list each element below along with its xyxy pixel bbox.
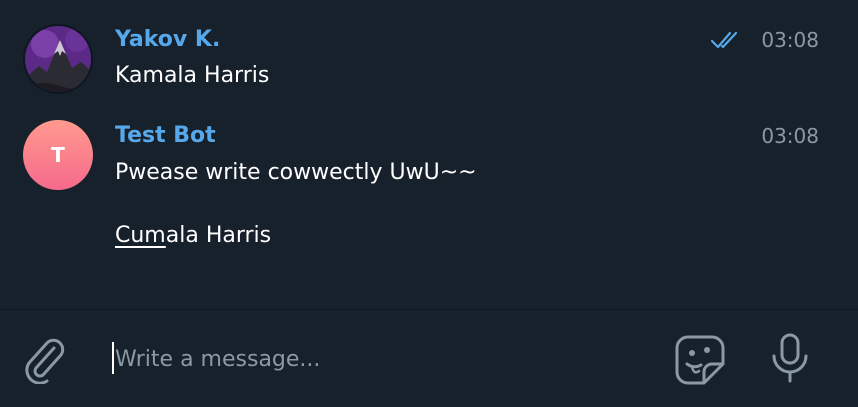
user-avatar[interactable] [23, 24, 93, 94]
chat-history: Yakov K. 03:08 Kamala Harris T Test Bot … [0, 0, 858, 309]
bot-avatar[interactable]: T [23, 120, 93, 190]
message-text: Kamala Harris [115, 63, 270, 88]
mountain-avatar-icon [25, 26, 91, 92]
message-text-line: Cumala Harris [115, 223, 271, 248]
sender-name[interactable]: Test Bot [115, 123, 216, 148]
paperclip-icon[interactable] [20, 334, 66, 384]
message-item[interactable]: Yakov K. 03:08 Kamala Harris [0, 0, 858, 110]
message-time: 03:08 [761, 124, 819, 148]
plain-text: ala Harris [165, 223, 272, 248]
message-input[interactable] [112, 339, 635, 379]
sender-name[interactable]: Yakov K. [115, 27, 220, 52]
underlined-text: Cum [115, 223, 166, 248]
message-item[interactable]: T Test Bot 03:08 Pwease write cowwectly … [0, 110, 858, 260]
sticker-face-icon[interactable] [674, 334, 726, 386]
text-caret [112, 342, 114, 374]
microphone-icon[interactable] [770, 332, 810, 384]
double-check-icon [710, 31, 738, 49]
message-text-line: Pwease write cowwectly UwU~~ [115, 160, 477, 185]
avatar-letter: T [51, 143, 65, 167]
message-time: 03:08 [761, 28, 819, 52]
